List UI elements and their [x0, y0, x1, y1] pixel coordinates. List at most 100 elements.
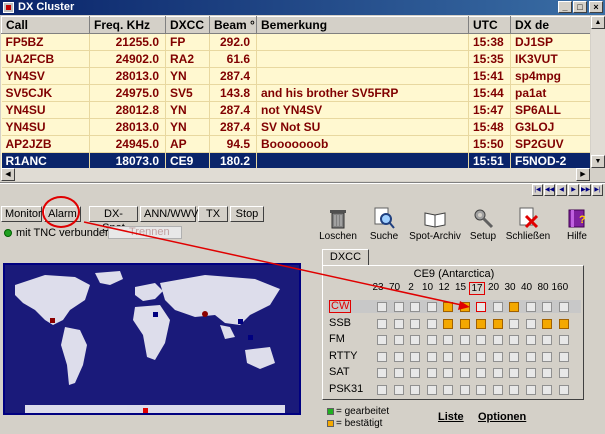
band-status-cell[interactable] — [509, 368, 519, 378]
band-status-cell[interactable] — [443, 335, 453, 345]
band-status-cell[interactable] — [542, 335, 552, 345]
band-status-cell[interactable] — [558, 302, 569, 312]
band-status-cell[interactable] — [443, 318, 453, 329]
tab-dxcc[interactable]: DXCC — [322, 249, 369, 266]
band-status-cell[interactable] — [377, 351, 387, 362]
band-status-cell[interactable] — [525, 335, 536, 345]
band-status-cell[interactable] — [459, 351, 470, 362]
band-status-cell[interactable] — [393, 318, 404, 329]
band-status-cell[interactable] — [542, 351, 552, 362]
tab-tx[interactable]: TX — [198, 206, 228, 222]
close-button[interactable]: × — [589, 1, 603, 13]
table-vertical-scrollbar[interactable]: ▲ ▼ — [591, 16, 605, 168]
band-status-cell[interactable] — [459, 302, 470, 312]
column-header[interactable]: Call — [1, 16, 90, 34]
maximize-button[interactable]: □ — [573, 1, 587, 13]
options-link[interactable]: Optionen — [478, 411, 526, 423]
world-map[interactable] — [3, 263, 301, 415]
toolbar-setup[interactable]: Setup — [468, 207, 498, 242]
band-status-cell[interactable] — [476, 302, 486, 312]
table-horizontal-scrollbar[interactable]: ◀ ▶ — [1, 168, 590, 181]
column-header[interactable]: DXCC — [165, 16, 210, 34]
scroll-down-arrow-icon[interactable]: ▼ — [591, 155, 605, 168]
band-status-cell[interactable] — [476, 368, 486, 378]
toolbar-search[interactable]: Suche — [367, 207, 401, 242]
table-row[interactable]: YN4SU 28013.0 YN 287.4 SV Not SU 15:48 G3LOJ — [1, 118, 590, 136]
column-header[interactable]: UTC — [468, 16, 511, 34]
table-row[interactable]: YN4SU 28012.8 YN 287.4 not YN4SV 15:47 SP6ALL — [1, 101, 590, 119]
band-status-cell[interactable] — [393, 335, 404, 345]
tab-monitor[interactable]: Monitor — [1, 206, 42, 222]
band-status-cell[interactable] — [542, 302, 552, 312]
nav-first-icon[interactable]: |◀ — [532, 184, 543, 196]
band-status-cell[interactable] — [377, 368, 387, 378]
band-status-cell[interactable] — [377, 318, 387, 329]
band-status-cell[interactable] — [492, 368, 503, 378]
band-status-cell[interactable] — [426, 318, 437, 329]
band-status-cell[interactable] — [377, 384, 387, 395]
band-status-cell[interactable] — [509, 318, 519, 329]
nav-prev-icon[interactable]: ◀ — [556, 184, 567, 196]
band-status-cell[interactable] — [426, 384, 437, 395]
band-status-cell[interactable] — [525, 302, 536, 312]
band-status-cell[interactable] — [509, 384, 519, 395]
nav-next-icon[interactable]: ▶ — [568, 184, 579, 196]
band-status-cell[interactable] — [410, 368, 420, 378]
band-status-cell[interactable] — [509, 335, 519, 345]
band-status-cell[interactable] — [443, 351, 453, 362]
band-status-cell[interactable] — [525, 368, 536, 378]
tab-ann-wwv[interactable]: ANN/WWV — [140, 206, 198, 222]
band-status-cell[interactable] — [443, 368, 453, 378]
band-status-cell[interactable] — [558, 335, 569, 345]
band-status-cell[interactable] — [393, 351, 404, 362]
band-status-cell[interactable] — [525, 384, 536, 395]
table-row[interactable]: AP2JZB 24945.0 AP 94.5 Booooooob 15:50 SP2GUV — [1, 135, 590, 153]
band-status-cell[interactable] — [443, 384, 453, 395]
band-status-cell[interactable] — [492, 302, 503, 312]
band-status-cell[interactable] — [393, 368, 404, 378]
band-status-cell[interactable] — [459, 384, 470, 395]
band-status-cell[interactable] — [525, 351, 536, 362]
band-status-cell[interactable] — [426, 351, 437, 362]
band-status-cell[interactable] — [558, 384, 569, 395]
band-status-cell[interactable] — [459, 318, 470, 329]
band-status-cell[interactable] — [492, 351, 503, 362]
band-status-cell[interactable] — [393, 302, 404, 312]
band-status-cell[interactable] — [558, 351, 569, 362]
table-row[interactable]: UA2FCB 24902.0 RA2 61.6 15:35 IK3VUT — [1, 50, 590, 68]
band-status-cell[interactable] — [492, 384, 503, 395]
band-status-cell[interactable] — [476, 335, 486, 345]
table-row[interactable]: YN4SV 28013.0 YN 287.4 15:41 sp4mpg — [1, 67, 590, 85]
band-status-cell[interactable] — [492, 335, 503, 345]
band-status-cell[interactable] — [558, 318, 569, 329]
band-status-cell[interactable] — [525, 318, 536, 329]
nav-last-icon[interactable]: ▶| — [592, 184, 603, 196]
band-status-cell[interactable] — [476, 384, 486, 395]
band-status-cell[interactable] — [410, 384, 420, 395]
band-status-cell[interactable] — [426, 368, 437, 378]
band-status-cell[interactable] — [459, 368, 470, 378]
toolbar-spot-archive[interactable]: Spot-Archiv — [408, 207, 462, 242]
nav-next-page-icon[interactable]: ▶▶ — [580, 184, 591, 196]
band-status-cell[interactable] — [558, 368, 569, 378]
toolbar-close[interactable]: Schließen — [505, 207, 551, 242]
band-status-cell[interactable] — [393, 384, 404, 395]
band-status-cell[interactable] — [443, 302, 453, 312]
band-status-cell[interactable] — [459, 335, 470, 345]
band-status-cell[interactable] — [542, 384, 552, 395]
stop-button[interactable]: Stop — [230, 206, 264, 222]
band-status-cell[interactable] — [410, 351, 420, 362]
list-link[interactable]: Liste — [438, 411, 464, 423]
table-row[interactable]: FP5BZ 21255.0 FP 292.0 15:38 DJ1SP — [1, 33, 590, 51]
scroll-left-arrow-icon[interactable]: ◀ — [1, 168, 15, 181]
column-header[interactable]: Freq. KHz — [89, 16, 166, 34]
toolbar-delete[interactable]: Loschen — [317, 207, 359, 242]
band-status-cell[interactable] — [476, 351, 486, 362]
band-status-cell[interactable] — [542, 318, 552, 329]
band-status-cell[interactable] — [426, 335, 437, 345]
scroll-right-arrow-icon[interactable]: ▶ — [576, 168, 590, 181]
band-status-cell[interactable] — [509, 302, 519, 312]
column-header[interactable]: Bemerkung — [256, 16, 469, 34]
disconnect-button[interactable]: Trennen — [108, 226, 182, 239]
band-status-cell[interactable] — [542, 368, 552, 378]
